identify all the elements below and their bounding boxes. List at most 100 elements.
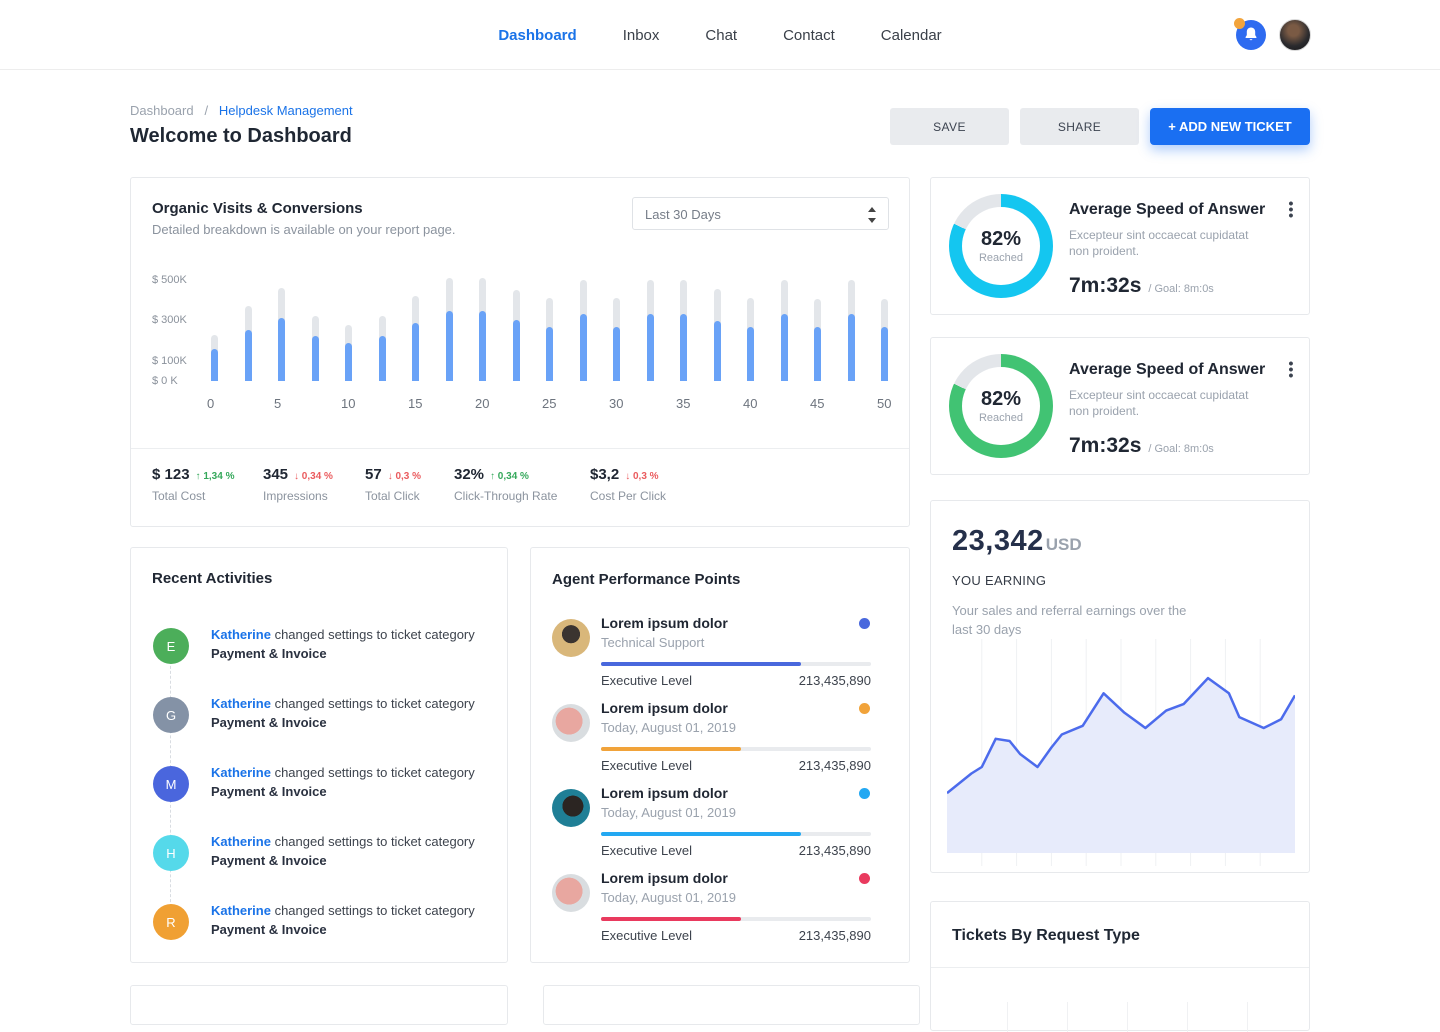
nav-item-chat[interactable]: Chat — [705, 27, 737, 44]
stat-label: Cost Per Click — [590, 489, 710, 503]
page-title: Welcome to Dashboard — [130, 125, 352, 148]
donut-percent: 82% — [981, 228, 1021, 251]
agent-subtitle: Today, August 01, 2019 — [601, 890, 736, 905]
agent-level-label: Executive Level — [601, 758, 692, 773]
stat-label: Impressions — [263, 489, 365, 503]
bar-visits — [680, 314, 687, 381]
activity-actor[interactable]: Katherine — [211, 627, 271, 642]
activity-item: RKatherine changed settings to ticket ca… — [131, 904, 507, 950]
agent-subtitle: Technical Support — [601, 635, 704, 650]
bar-visits — [479, 311, 486, 381]
organic-visits-card: Organic Visits & Conversions Detailed br… — [130, 177, 910, 527]
agent-name: Lorem ipsum dolor — [601, 870, 728, 886]
speed-card-title: Average Speed of Answer — [1069, 361, 1265, 379]
progress-fill — [601, 747, 741, 751]
kebab-menu-icon[interactable]: ••• — [1283, 200, 1299, 218]
activity-category: Payment & Invoice — [211, 922, 327, 937]
period-select-value: Last 30 Days — [645, 207, 721, 222]
bar-visits — [446, 311, 453, 381]
x-axis-label: 40 — [743, 396, 757, 411]
status-dot — [859, 618, 870, 629]
agent-points: 213,435,890 — [799, 928, 871, 943]
stat-label: Total Cost — [152, 489, 263, 503]
agent-points: 213,435,890 — [799, 843, 871, 858]
donut-chart: 82% Reached — [949, 354, 1053, 458]
user-avatar[interactable] — [1279, 19, 1311, 51]
agent-meta: Executive Level 213,435,890 — [601, 928, 871, 943]
agent-row: Lorem ipsum dolorToday, August 01, 2019E… — [531, 780, 909, 865]
agent-points: 213,435,890 — [799, 758, 871, 773]
arrow-up-icon: ↑ 0,34 % — [490, 471, 529, 482]
agent-name: Lorem ipsum dolor — [601, 785, 728, 801]
bar-visits — [278, 318, 285, 381]
breadcrumb-separator: / — [197, 103, 215, 118]
nav-item-inbox[interactable]: Inbox — [623, 27, 660, 44]
kebab-menu-icon[interactable]: ••• — [1283, 360, 1299, 378]
stat-label: Total Click — [365, 489, 454, 503]
y-axis-label: $ 0 K — [152, 375, 178, 387]
arrow-down-icon: ↓ 0,3 % — [625, 471, 658, 482]
activity-item: EKatherine changed settings to ticket ca… — [131, 628, 507, 674]
bar-visits — [345, 343, 352, 381]
x-axis-label: 50 — [877, 396, 891, 411]
x-axis-label: 45 — [810, 396, 824, 411]
nav-item-contact[interactable]: Contact — [783, 27, 835, 44]
stat-value: $ 123 — [152, 466, 190, 483]
speed-goal: / Goal: 8m:0s — [1148, 443, 1213, 455]
progress-track — [601, 662, 871, 666]
stats-row: $ 123↑ 1,34 %Total Cost345↓ 0,34 %Impres… — [152, 466, 710, 503]
bar-visits — [613, 327, 620, 381]
bar-visits — [580, 314, 587, 381]
activity-category: Payment & Invoice — [211, 853, 327, 868]
activity-actor[interactable]: Katherine — [211, 834, 271, 849]
agent-meta: Executive Level 213,435,890 — [601, 673, 871, 688]
organic-card-subtitle: Detailed breakdown is available on your … — [152, 222, 456, 237]
activity-avatar: G — [153, 697, 189, 733]
bar-visits — [781, 314, 788, 381]
breadcrumb-root[interactable]: Dashboard — [130, 103, 194, 118]
add-new-ticket-button[interactable]: + ADD NEW TICKET — [1150, 108, 1310, 145]
activity-text: Katherine changed settings to ticket cat… — [211, 832, 475, 870]
stat-value: 345 — [263, 466, 288, 483]
activity-actor[interactable]: Katherine — [211, 903, 271, 918]
bar-visits — [245, 330, 252, 381]
notification-badge — [1234, 18, 1245, 29]
notifications-button[interactable] — [1236, 20, 1266, 50]
period-select[interactable]: Last 30 Days — [632, 197, 889, 230]
nav-item-dashboard[interactable]: Dashboard — [498, 27, 576, 44]
bar-visits — [747, 327, 754, 381]
x-axis-label: 0 — [207, 396, 214, 411]
activity-avatar: H — [153, 835, 189, 871]
stat-total-cost: $ 123↑ 1,34 % Total Cost — [152, 466, 263, 503]
bar-visits — [714, 321, 721, 381]
tickets-by-request-card: Tickets By Request Type — [930, 901, 1310, 1031]
activity-actor[interactable]: Katherine — [211, 765, 271, 780]
agent-points: 213,435,890 — [799, 673, 871, 688]
stat-click-through-rate: 32%↑ 0,34 %Click-Through Rate — [454, 466, 590, 503]
y-axis-label: $ 500K — [152, 274, 187, 286]
nav-item-calendar[interactable]: Calendar — [881, 27, 942, 44]
agent-level-label: Executive Level — [601, 673, 692, 688]
progress-fill — [601, 662, 801, 666]
agent-avatar — [552, 874, 590, 912]
tickets-chart-gridlines — [947, 1002, 1295, 1032]
agent-name: Lorem ipsum dolor — [601, 700, 728, 716]
activity-item: H Katherine changed settings to ticket ca… — [131, 835, 507, 881]
earnings-currency: USD — [1046, 535, 1082, 555]
save-button[interactable]: SAVE — [890, 108, 1009, 145]
agent-row: Lorem ipsum dolorToday, August 01, 2019E… — [531, 695, 909, 780]
donut-reached-label: Reached — [979, 252, 1023, 264]
donut-chart: 82% Reached — [949, 194, 1053, 298]
agent-level-label: Executive Level — [601, 928, 692, 943]
avg-speed-card-1: 82% Reached Average Speed of Answer ••• … — [930, 177, 1310, 315]
agent-performance-title: Agent Performance Points — [552, 571, 740, 588]
tickets-title: Tickets By Request Type — [952, 927, 1140, 945]
breadcrumb-current[interactable]: Helpdesk Management — [219, 103, 353, 118]
agent-subtitle: Today, August 01, 2019 — [601, 805, 736, 820]
activity-text: Katherine changed settings to ticket cat… — [211, 901, 475, 939]
bar-visits — [848, 314, 855, 381]
x-axis-label: 10 — [341, 396, 355, 411]
share-button[interactable]: SHARE — [1020, 108, 1139, 145]
activity-actor[interactable]: Katherine — [211, 696, 271, 711]
stat-top: $ 123↑ 1,34 % — [152, 466, 263, 483]
